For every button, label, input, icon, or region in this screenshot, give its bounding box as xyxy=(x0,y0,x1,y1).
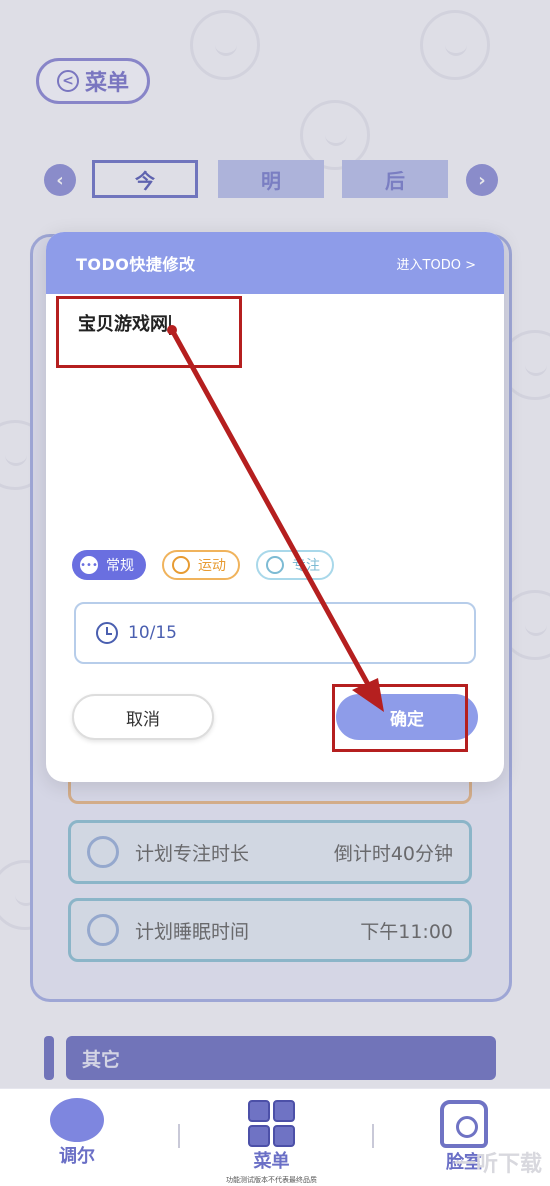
annotation-arrow xyxy=(167,325,384,712)
nav-menu-label: 菜单 xyxy=(253,1151,290,1172)
nav-divider xyxy=(372,1124,374,1148)
house-icon xyxy=(440,1100,488,1148)
nav-divider xyxy=(178,1124,180,1148)
menu-grid-icon xyxy=(248,1100,295,1147)
nav-tiaoer-label: 调尔 xyxy=(59,1146,95,1167)
nav-footnote: 功能测试版本不代表最终品质 xyxy=(226,1176,317,1184)
nav-menu[interactable]: 菜单 功能测试版本不代表最终品质 xyxy=(226,1100,317,1185)
blob-character-icon xyxy=(50,1098,104,1142)
watermark: 一听下载 xyxy=(453,1152,542,1177)
nav-tiaoer[interactable]: 调尔 xyxy=(50,1098,104,1168)
